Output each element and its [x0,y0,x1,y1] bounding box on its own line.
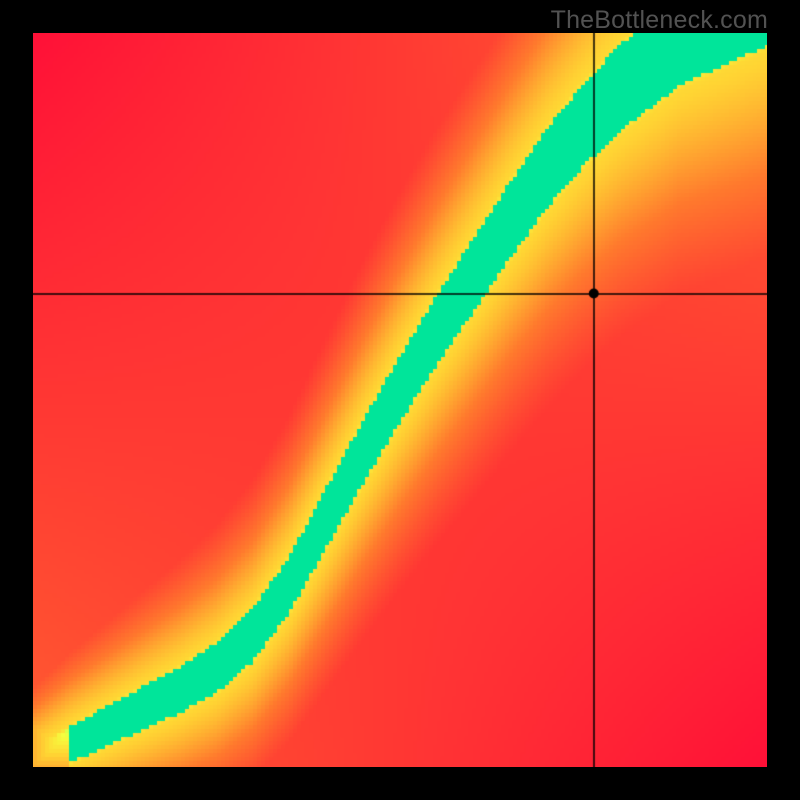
outer-frame: TheBottleneck.com [0,0,800,800]
watermark-text: TheBottleneck.com [551,6,768,35]
overlay-canvas [33,33,767,767]
plot-area [33,33,767,767]
